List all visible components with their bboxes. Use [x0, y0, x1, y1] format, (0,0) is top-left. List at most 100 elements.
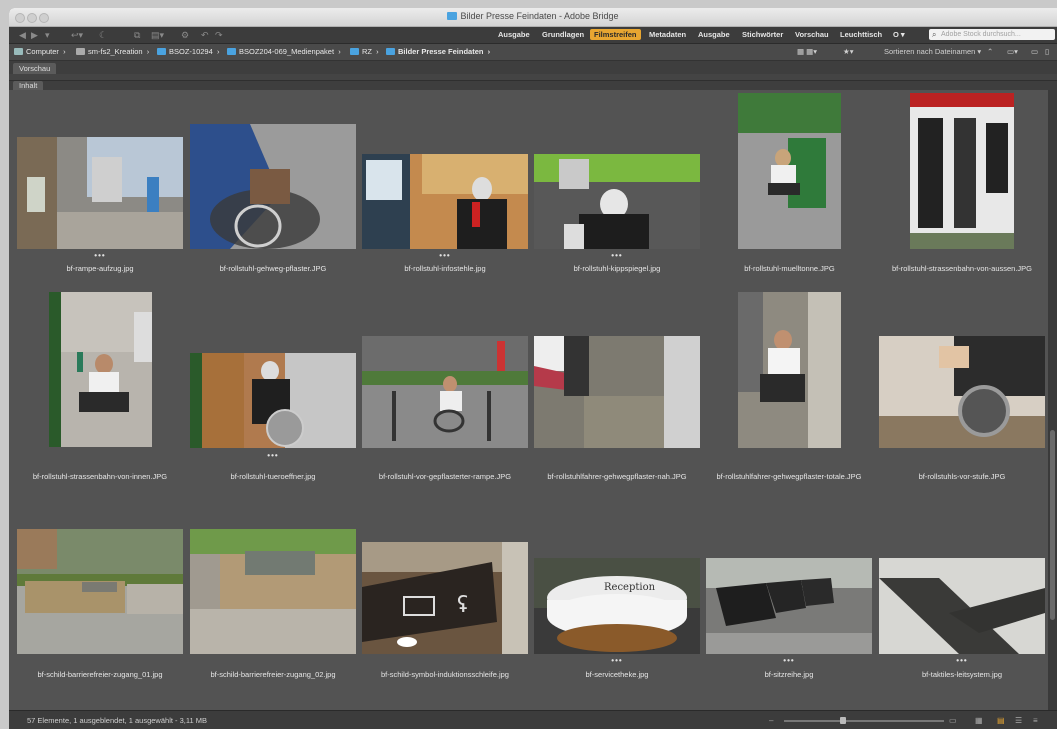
thumbnail-size-slider[interactable] — [784, 720, 944, 722]
file-name[interactable]: bf-rollstuhl-kippspiegel.jpg — [534, 264, 700, 273]
file-name[interactable]: bf-rollstuhlfahrer-gehwegpflaster-nah.JP… — [534, 472, 700, 481]
rating-stars[interactable]: ••• — [879, 657, 1045, 665]
thumb-rampe-aufzug[interactable] — [17, 137, 183, 249]
rating-stars[interactable]: ••• — [190, 452, 356, 460]
file-name[interactable]: bf-taktiles-leitsystem.jpg — [879, 670, 1045, 679]
workspace-metadaten[interactable]: Metadaten — [649, 30, 686, 39]
file-name[interactable]: bf-schild-barrierefreier-zugang_02.jpg — [190, 670, 356, 679]
thumb-servicetheke[interactable]: Reception — [534, 558, 700, 654]
slider-knob[interactable] — [840, 717, 846, 724]
history-dropdown-icon[interactable]: ▾ — [45, 30, 50, 40]
workspace-menu[interactable]: O ▾ — [893, 30, 905, 39]
rating-stars[interactable]: ••• — [362, 252, 528, 260]
file-name[interactable]: bf-rollstuhl-vor-gepflasterter-rampe.JPG — [362, 472, 528, 481]
file-name[interactable]: bf-schild-barrierefreier-zugang_01.jpg — [17, 670, 183, 679]
thumb-gehwegpflaster-nah[interactable] — [534, 336, 700, 448]
scrollbar-thumb[interactable] — [1050, 430, 1055, 620]
file-name[interactable]: bf-rollstuhlfahrer-gehwegpflaster-totale… — [702, 472, 876, 481]
panel-splitter[interactable] — [9, 74, 1057, 81]
workspace-leuchttisch[interactable]: Leuchttisch — [840, 30, 882, 39]
back-icon[interactable]: ◀ — [19, 30, 26, 40]
thumb-gehweg-pflaster[interactable] — [190, 124, 356, 249]
thumb-kippspiegel[interactable] — [534, 154, 700, 249]
open-recent-icon[interactable]: ▤▾ — [151, 30, 164, 40]
thumb-barrierefreier-zugang-01[interactable] — [17, 529, 183, 654]
rating-stars[interactable]: ••• — [534, 252, 700, 260]
window-title: Bilder Presse Feindaten - Adobe Bridge — [460, 11, 619, 21]
file-name[interactable]: bf-rollstuhl-strassenbahn-von-innen.JPG — [11, 472, 189, 481]
svg-text:Reception: Reception — [604, 582, 656, 593]
workspace-ausgabe-1[interactable]: Ausgabe — [498, 30, 530, 39]
toolbar: ◀ ▶ ▾ ↩▾ ☾ ⧉ ▤▾ ⚙ ↶ ↷ Ausgabe Grundlagen… — [9, 27, 1057, 44]
search-icon: ⌕ — [932, 30, 937, 39]
tab-inhalt[interactable]: Inhalt — [13, 81, 44, 90]
thumb-barrierefreier-zugang-02[interactable] — [190, 529, 356, 654]
thumb-strassenbahn-innen[interactable] — [49, 292, 152, 447]
quality-icon[interactable]: ▦ ▦▾ — [797, 47, 817, 56]
breadcrumb-sm-fs2[interactable]: sm-fs2_Kreation › — [76, 47, 149, 56]
file-name[interactable]: bf-rampe-aufzug.jpg — [17, 264, 183, 273]
thumb-muelltonne[interactable] — [738, 93, 841, 249]
file-name[interactable]: bf-rollstuhls-vor-stufe.JPG — [879, 472, 1045, 481]
file-name[interactable]: bf-servicetheke.jpg — [534, 670, 700, 679]
rating-stars[interactable]: ••• — [17, 252, 183, 260]
computer-icon — [14, 48, 23, 55]
thumbnail-view-icon[interactable]: ▤ — [997, 716, 1005, 725]
zoom-out-icon[interactable]: – — [769, 716, 773, 725]
status-bar: 57 Elemente, 1 ausgeblendet, 1 ausgewähl… — [9, 710, 1057, 729]
workspace-vorschau[interactable]: Vorschau — [795, 30, 829, 39]
file-name[interactable]: bf-rollstuhl-strassenbahn-von-aussen.JPG — [871, 264, 1047, 273]
details-view-icon[interactable]: ☰ — [1015, 716, 1022, 725]
sort-dropdown[interactable]: Sortieren nach Dateinamen ▾ — [884, 47, 981, 56]
stock-search-input[interactable]: ⌕ Adobe Stock durchsuch... — [929, 29, 1055, 40]
breadcrumb-medienpaket[interactable]: BSOZ204-069_Medienpaket › — [227, 47, 341, 56]
workspace-stichwoerter[interactable]: Stichwörter — [742, 30, 783, 39]
rating-stars[interactable]: ••• — [706, 657, 872, 665]
thumb-infostehle[interactable] — [362, 154, 528, 249]
rotate-icon[interactable]: ⚙ — [181, 30, 189, 40]
content-scrollbar[interactable] — [1048, 90, 1057, 710]
file-name[interactable]: bf-rollstuhl-gehweg-pflaster.JPG — [190, 264, 356, 273]
thumb-vor-stufe[interactable] — [879, 336, 1045, 448]
sort-direction-icon[interactable]: ⌃ — [987, 47, 993, 56]
rotate-right-icon[interactable]: ↷ — [215, 30, 223, 40]
grid-lock-icon[interactable]: ▦ — [975, 716, 983, 725]
file-name[interactable]: bf-schild-symbol-induktionsschleife.jpg — [362, 670, 528, 679]
tab-vorschau[interactable]: Vorschau — [13, 63, 57, 74]
thumb-induktionsschleife[interactable]: ʢ — [362, 542, 528, 654]
new-folder-icon[interactable]: ▭ — [1031, 47, 1038, 56]
star-filter-icon[interactable]: ★▾ — [843, 47, 854, 56]
path-bar: Computer › sm-fs2_Kreation › BSOZ-10294 … — [9, 44, 1057, 61]
content-tab-row: Inhalt — [9, 81, 1057, 90]
breadcrumb-computer[interactable]: Computer › — [14, 47, 66, 56]
thumb-strassenbahn-aussen[interactable] — [910, 93, 1014, 249]
thumb-sitzreihe[interactable] — [706, 558, 872, 654]
rating-stars[interactable]: ••• — [534, 657, 700, 665]
open-folder-icon[interactable]: ▭▾ — [1007, 47, 1018, 56]
file-name[interactable]: bf-rollstuhl-muelltonne.JPG — [738, 264, 841, 273]
breadcrumb-current[interactable]: Bilder Presse Feindaten › — [386, 47, 490, 56]
thumb-gehwegpflaster-totale[interactable] — [738, 292, 841, 448]
thumb-taktiles-leitsystem[interactable] — [879, 558, 1045, 654]
thumb-tueroeffner[interactable] — [190, 353, 356, 448]
workspace-ausgabe-2[interactable]: Ausgabe — [698, 30, 730, 39]
title-bar: Bilder Presse Feindaten - Adobe Bridge — [9, 8, 1057, 27]
boomerang-icon[interactable]: ↩▾ — [71, 30, 83, 40]
file-name[interactable]: bf-sitzreihe.jpg — [706, 670, 872, 679]
search-placeholder: Adobe Stock durchsuch... — [941, 31, 1021, 38]
folder-icon — [386, 48, 395, 55]
forward-icon[interactable]: ▶ — [31, 30, 38, 40]
file-name[interactable]: bf-rollstuhl-infostehle.jpg — [362, 264, 528, 273]
camera-icon[interactable]: ☾ — [99, 30, 107, 40]
refine-icon[interactable]: ⧉ — [134, 30, 140, 40]
zoom-in-icon[interactable]: ▭ — [949, 716, 957, 725]
thumb-gepflasterte-rampe[interactable] — [362, 336, 528, 448]
delete-icon[interactable]: ▯ — [1045, 47, 1049, 56]
file-name[interactable]: bf-rollstuhl-tueroeffner.jpg — [190, 472, 356, 481]
list-view-icon[interactable]: ≡ — [1033, 716, 1038, 725]
workspace-grundlagen[interactable]: Grundlagen — [542, 30, 584, 39]
breadcrumb-bsoz-10294[interactable]: BSOZ-10294 › — [157, 47, 219, 56]
rotate-left-icon[interactable]: ↶ — [201, 30, 209, 40]
workspace-filmstreifen[interactable]: Filmstreifen — [590, 29, 641, 40]
breadcrumb-rz[interactable]: RZ › — [350, 47, 379, 56]
